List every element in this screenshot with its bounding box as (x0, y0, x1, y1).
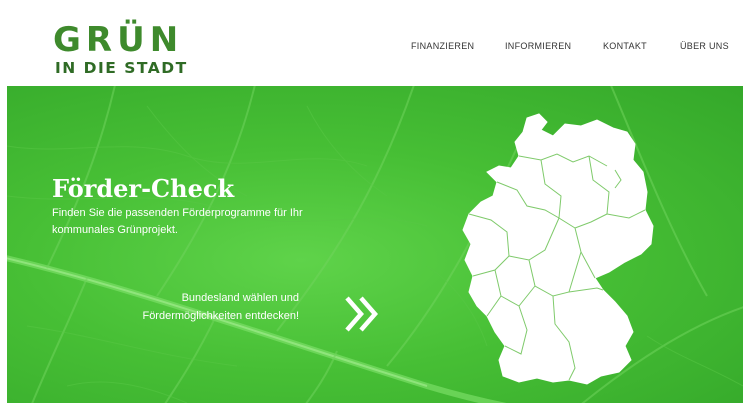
nav-item-informieren[interactable]: INFORMIEREN (505, 41, 571, 51)
browser-viewport: GRÜN IN DIE STADT FINANZIEREN INFORMIERE… (7, 9, 743, 403)
cta-text: Bundesland wählen und Fördermöglichkeite… (142, 292, 299, 322)
logo-tagline: IN DIE STADT (55, 59, 188, 77)
nav-item-kontakt[interactable]: KONTAKT (603, 41, 647, 51)
hero-title: Förder-Check (52, 174, 235, 203)
hero-banner: Förder-Check Finden Sie die passenden Fö… (7, 86, 743, 403)
germany-map-icon[interactable] (457, 110, 687, 400)
hero-subtitle: Finden Sie die passenden Förderprogramme… (52, 207, 303, 236)
site-header: GRÜN IN DIE STADT FINANZIEREN INFORMIERE… (7, 9, 743, 86)
main-nav: FINANZIEREN INFORMIEREN KONTAKT ÜBER UNS (7, 41, 743, 55)
nav-item-finanzieren[interactable]: FINANZIEREN (411, 41, 474, 51)
double-chevron-right-icon[interactable] (343, 294, 383, 334)
nav-item-ueber-uns[interactable]: ÜBER UNS (680, 41, 729, 51)
